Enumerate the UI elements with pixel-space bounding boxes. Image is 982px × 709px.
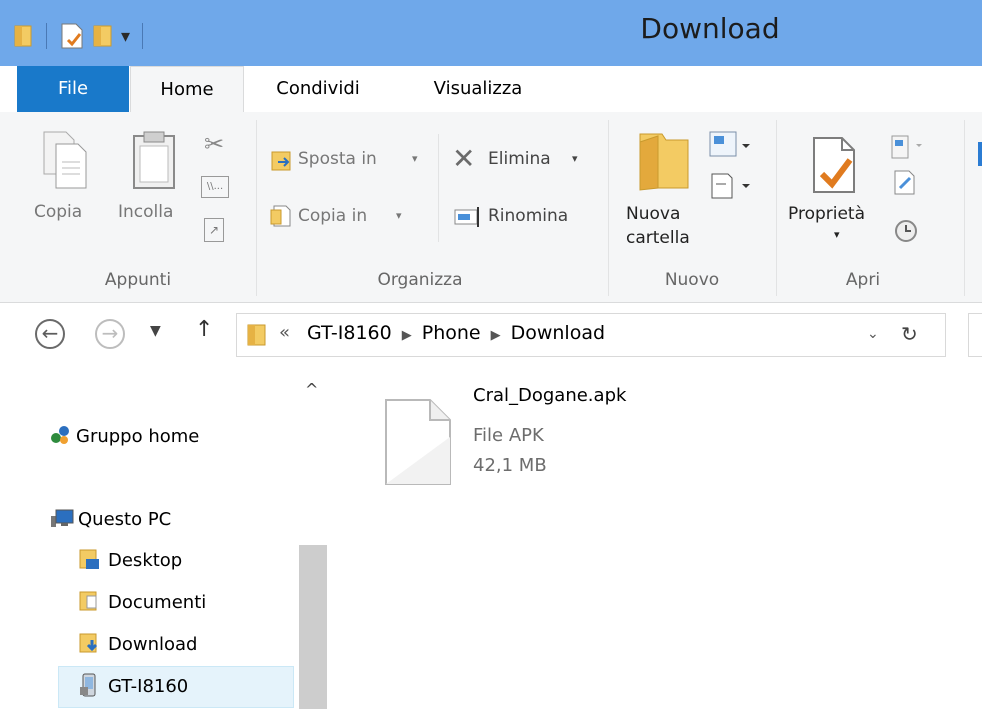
recent-locations-icon[interactable]: ▼	[150, 323, 161, 339]
breadcrumb-item[interactable]: GT-I8160	[307, 322, 392, 344]
group-separator	[776, 120, 777, 296]
file-name: Cral_Dogane.apk	[473, 385, 627, 406]
copy-to-label: Copia in	[298, 206, 368, 226]
tab-file[interactable]: File	[17, 66, 129, 112]
nav-item-label: Documenti	[108, 592, 207, 613]
generic-file-icon	[385, 399, 451, 485]
move-to-label: Sposta in	[298, 149, 377, 169]
window-title: Download	[640, 12, 780, 45]
address-bar[interactable]: « GT-I8160 ▶ Phone ▶ Download ⌄ ↻	[236, 313, 946, 357]
copy-icon	[43, 131, 87, 189]
dropdown-arrow-icon: ▾	[834, 228, 840, 241]
quick-access-toolbar: ▾	[12, 18, 149, 54]
nav-item-desktop[interactable]: Desktop	[78, 544, 182, 578]
computer-icon	[50, 506, 74, 527]
new-folder-icon	[639, 133, 689, 191]
tab-view[interactable]: Visualizza	[408, 66, 548, 112]
tab-home[interactable]: Home	[130, 66, 244, 114]
properties-icon[interactable]	[59, 22, 85, 50]
nav-item-label: GT-I8160	[108, 676, 189, 697]
edit-icon[interactable]	[892, 168, 918, 196]
ribbon: Copia Incolla ✂ \\... ↗ Appunti Sposta i…	[0, 112, 982, 303]
new-folder-icon[interactable]	[91, 23, 115, 49]
open-icon[interactable]	[890, 134, 924, 162]
nav-item-label: Download	[108, 634, 198, 655]
new-folder-label-line1: Nuova	[626, 204, 681, 224]
nav-item-documents[interactable]: Documenti	[78, 586, 206, 620]
address-overflow[interactable]: «	[279, 322, 290, 343]
cut-icon[interactable]: ✂	[204, 130, 224, 158]
nav-item-label: Desktop	[108, 550, 183, 571]
scrollbar-thumb[interactable]	[299, 545, 327, 709]
toolbar-separator	[46, 23, 47, 49]
navigation-pane: Gruppo home Questo PC Desktop Documenti …	[0, 370, 330, 709]
new-item-icon[interactable]	[708, 130, 752, 162]
rename-label: Rinomina	[488, 206, 569, 226]
homegroup-icon	[50, 423, 70, 444]
dropdown-arrow-icon: ▾	[412, 152, 418, 165]
properties-icon	[813, 137, 855, 193]
separator	[438, 134, 439, 242]
paste-shortcut-icon[interactable]: ↗	[204, 218, 224, 242]
copy-label: Copia	[34, 202, 83, 222]
ribbon-tabs: File Home Condividi Visualizza	[0, 66, 982, 114]
tab-share[interactable]: Condividi	[258, 66, 378, 112]
breadcrumb-arrow-icon[interactable]: ▶	[402, 328, 412, 343]
easy-access-icon[interactable]	[708, 170, 752, 202]
copy-path-icon[interactable]: \\...	[201, 176, 229, 198]
group-separator	[608, 120, 609, 296]
file-item[interactable]: Cral_Dogane.apk File APK 42,1 MB	[383, 385, 683, 495]
search-input[interactable]	[968, 313, 982, 357]
select-icon[interactable]	[978, 142, 982, 166]
toolbar-separator	[142, 23, 144, 49]
documents-folder-icon	[78, 590, 100, 612]
group-separator	[964, 120, 965, 296]
nav-item-device[interactable]: GT-I8160	[78, 670, 188, 704]
copy-to-icon	[270, 205, 291, 227]
nav-item-label: Gruppo home	[76, 426, 200, 447]
breadcrumb-item[interactable]: Phone	[422, 322, 481, 344]
group-separator	[256, 120, 257, 296]
group-label-open: Apri	[845, 270, 881, 290]
folder-icon	[247, 324, 266, 346]
forward-arrow-icon: →	[101, 321, 119, 345]
clipboard-icon	[133, 131, 175, 189]
new-folder-label-line2: cartella	[626, 228, 690, 248]
nav-item-homegroup[interactable]: Gruppo home	[50, 420, 199, 454]
properties-label: Proprietà	[788, 204, 866, 224]
delete-x-icon: ✕	[452, 142, 476, 175]
history-icon[interactable]	[892, 218, 920, 244]
refresh-icon[interactable]: ↻	[901, 322, 918, 346]
file-type: File APK	[473, 425, 544, 446]
back-arrow-icon: ←	[41, 321, 59, 345]
breadcrumb-item[interactable]: Download	[511, 322, 605, 344]
rename-icon	[454, 207, 479, 227]
move-to-icon	[271, 151, 291, 171]
file-size: 42,1 MB	[473, 455, 547, 476]
breadcrumb: GT-I8160 ▶ Phone ▶ Download	[307, 322, 605, 344]
paste-label: Incolla	[118, 202, 174, 222]
scroll-up-icon[interactable]: ^	[305, 380, 318, 399]
title-bar: ▾ Download	[0, 0, 982, 66]
group-label-organize: Organizza	[377, 270, 463, 290]
delete-label: Elimina	[488, 149, 551, 169]
group-label-clipboard: Appunti	[104, 270, 172, 290]
nav-item-downloads[interactable]: Download	[78, 628, 197, 662]
desktop-folder-icon	[78, 548, 100, 570]
up-arrow-icon[interactable]: ↑	[195, 317, 213, 342]
navigation-bar: ← → ▼ ↑ « GT-I8160 ▶ Phone ▶ Download ⌄ ↻	[0, 303, 982, 367]
folder-icon[interactable]	[12, 24, 34, 48]
breadcrumb-arrow-icon[interactable]: ▶	[491, 328, 501, 343]
dropdown-arrow-icon: ▾	[572, 152, 578, 165]
dropdown-arrow-icon: ▾	[396, 209, 402, 222]
phone-icon	[78, 673, 100, 697]
group-label-new: Nuovo	[664, 270, 720, 290]
back-button[interactable]: ←	[35, 319, 65, 349]
address-dropdown-icon[interactable]: ⌄	[867, 326, 879, 342]
nav-item-label: Questo PC	[78, 509, 172, 530]
forward-button[interactable]: →	[95, 319, 125, 349]
downloads-folder-icon	[78, 632, 100, 654]
nav-item-this-pc[interactable]: Questo PC	[50, 503, 171, 537]
customize-toolbar-icon[interactable]: ▾	[121, 26, 130, 47]
